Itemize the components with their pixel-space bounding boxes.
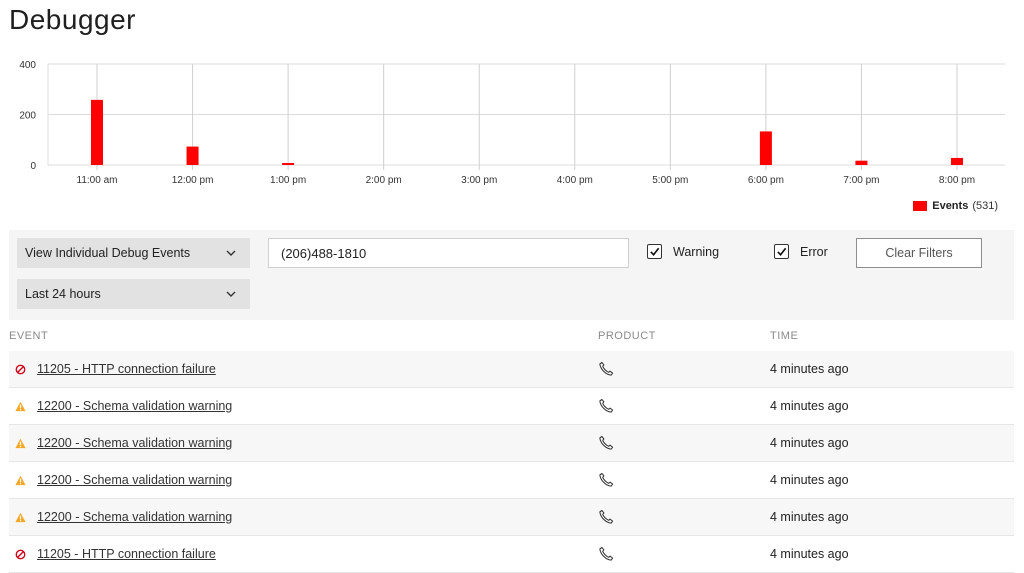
chart-bar	[91, 99, 103, 165]
time-cell: 4 minutes ago	[770, 473, 849, 487]
legend-label: Events	[932, 200, 969, 212]
product-cell	[597, 471, 615, 492]
x-tick-label: 1:00 pm	[270, 175, 306, 186]
error-icon	[15, 364, 26, 374]
event-cell: 11205 - HTTP connection failure	[15, 547, 216, 561]
x-tick-label: 12:00 pm	[172, 175, 214, 186]
time-range-select[interactable]: Last 24 hours	[17, 279, 250, 309]
product-cell	[597, 360, 615, 381]
chart-bar	[186, 146, 199, 165]
checkmark-icon	[777, 247, 787, 256]
x-tick-label: 8:00 pm	[939, 175, 975, 186]
product-cell	[597, 434, 615, 455]
table-row: 11205 - HTTP connection failure 4 minutes…	[9, 351, 1014, 388]
clear-filters-button[interactable]: Clear Filters	[856, 238, 982, 268]
table-row: 12200 - Schema validation warning 4 minut…	[9, 499, 1014, 536]
event-link[interactable]: 12200 - Schema validation warning	[37, 473, 232, 487]
phone-icon	[599, 435, 614, 450]
chevron-down-icon	[226, 247, 236, 259]
event-link[interactable]: 12200 - Schema validation warning	[37, 510, 232, 524]
x-tick-label: 6:00 pm	[748, 175, 784, 186]
x-tick-label: 4:00 pm	[557, 175, 593, 186]
legend-swatch	[913, 201, 928, 211]
product-cell	[597, 545, 615, 566]
event-cell: 12200 - Schema validation warning	[15, 510, 232, 524]
chart-bar	[282, 163, 295, 165]
x-tick-label: 11:00 am	[77, 175, 118, 186]
x-tick-label: 3:00 pm	[461, 175, 497, 186]
warning-icon	[15, 475, 26, 485]
chart-legend: Events (531)	[913, 200, 998, 212]
y-tick-label: 400	[19, 60, 36, 71]
table-header: EVENT PRODUCT TIME	[9, 321, 1014, 351]
search-input[interactable]	[268, 238, 629, 268]
warning-checkbox[interactable]: Warning	[647, 244, 719, 259]
header-event: EVENT	[9, 330, 49, 342]
table-row: 12200 - Schema validation warning 4 minut…	[9, 462, 1014, 499]
phone-icon	[599, 546, 614, 561]
time-cell: 4 minutes ago	[770, 547, 849, 561]
error-icon	[15, 549, 26, 559]
phone-icon	[599, 509, 614, 524]
event-cell: 11205 - HTTP connection failure	[15, 362, 216, 376]
event-cell: 12200 - Schema validation warning	[15, 399, 232, 413]
chevron-down-icon	[226, 288, 236, 300]
x-tick-label: 5:00 pm	[652, 175, 688, 186]
header-product: PRODUCT	[598, 330, 656, 342]
page-title: Debugger	[9, 4, 136, 35]
time-cell: 4 minutes ago	[770, 399, 849, 413]
phone-icon	[599, 472, 614, 487]
x-tick-label: 7:00 pm	[843, 175, 879, 186]
checkbox-box[interactable]	[774, 244, 789, 259]
warning-icon	[15, 438, 26, 448]
legend-count: (531)	[972, 200, 998, 212]
event-link[interactable]: 11205 - HTTP connection failure	[37, 547, 216, 561]
event-cell: 12200 - Schema validation warning	[15, 473, 232, 487]
event-cell: 12200 - Schema validation warning	[15, 436, 232, 450]
y-tick-label: 200	[19, 111, 36, 122]
time-cell: 4 minutes ago	[770, 362, 849, 376]
y-tick-label: 0	[30, 161, 36, 172]
checkmark-icon	[650, 247, 660, 256]
table-row: 12200 - Schema validation warning 4 minut…	[9, 388, 1014, 425]
event-link[interactable]: 12200 - Schema validation warning	[37, 436, 232, 450]
chart-bar	[855, 160, 868, 165]
view-select-value: View Individual Debug Events	[25, 246, 191, 260]
product-cell	[597, 508, 615, 529]
x-tick-label: 2:00 pm	[366, 175, 402, 186]
error-label: Error	[800, 244, 828, 259]
chart-bar	[759, 131, 772, 165]
product-cell	[597, 397, 615, 418]
error-checkbox[interactable]: Error	[774, 244, 828, 259]
phone-icon	[599, 361, 614, 376]
event-link[interactable]: 12200 - Schema validation warning	[37, 399, 232, 413]
view-select[interactable]: View Individual Debug Events	[17, 238, 250, 268]
chart-bar	[951, 157, 963, 165]
event-link[interactable]: 11205 - HTTP connection failure	[37, 362, 216, 376]
filter-bar: View Individual Debug Events Last 24 hou…	[9, 230, 1014, 320]
warning-label: Warning	[673, 244, 720, 259]
events-chart: 0 200 400 11:00 am 12:00 pm 1:00 pm 2:00 pm 3:0…	[19, 60, 1005, 186]
table-row: 11205 - HTTP connection failure 4 minutes…	[9, 536, 1014, 573]
time-cell: 4 minutes ago	[770, 510, 849, 524]
warning-icon	[15, 512, 26, 522]
header-time: TIME	[770, 330, 799, 342]
phone-icon	[599, 398, 614, 413]
warning-icon	[15, 401, 26, 411]
checkbox-box[interactable]	[647, 244, 662, 259]
time-range-value: Last 24 hours	[25, 287, 101, 301]
table-row: 12200 - Schema validation warning 4 minut…	[9, 425, 1014, 462]
time-cell: 4 minutes ago	[770, 436, 849, 450]
